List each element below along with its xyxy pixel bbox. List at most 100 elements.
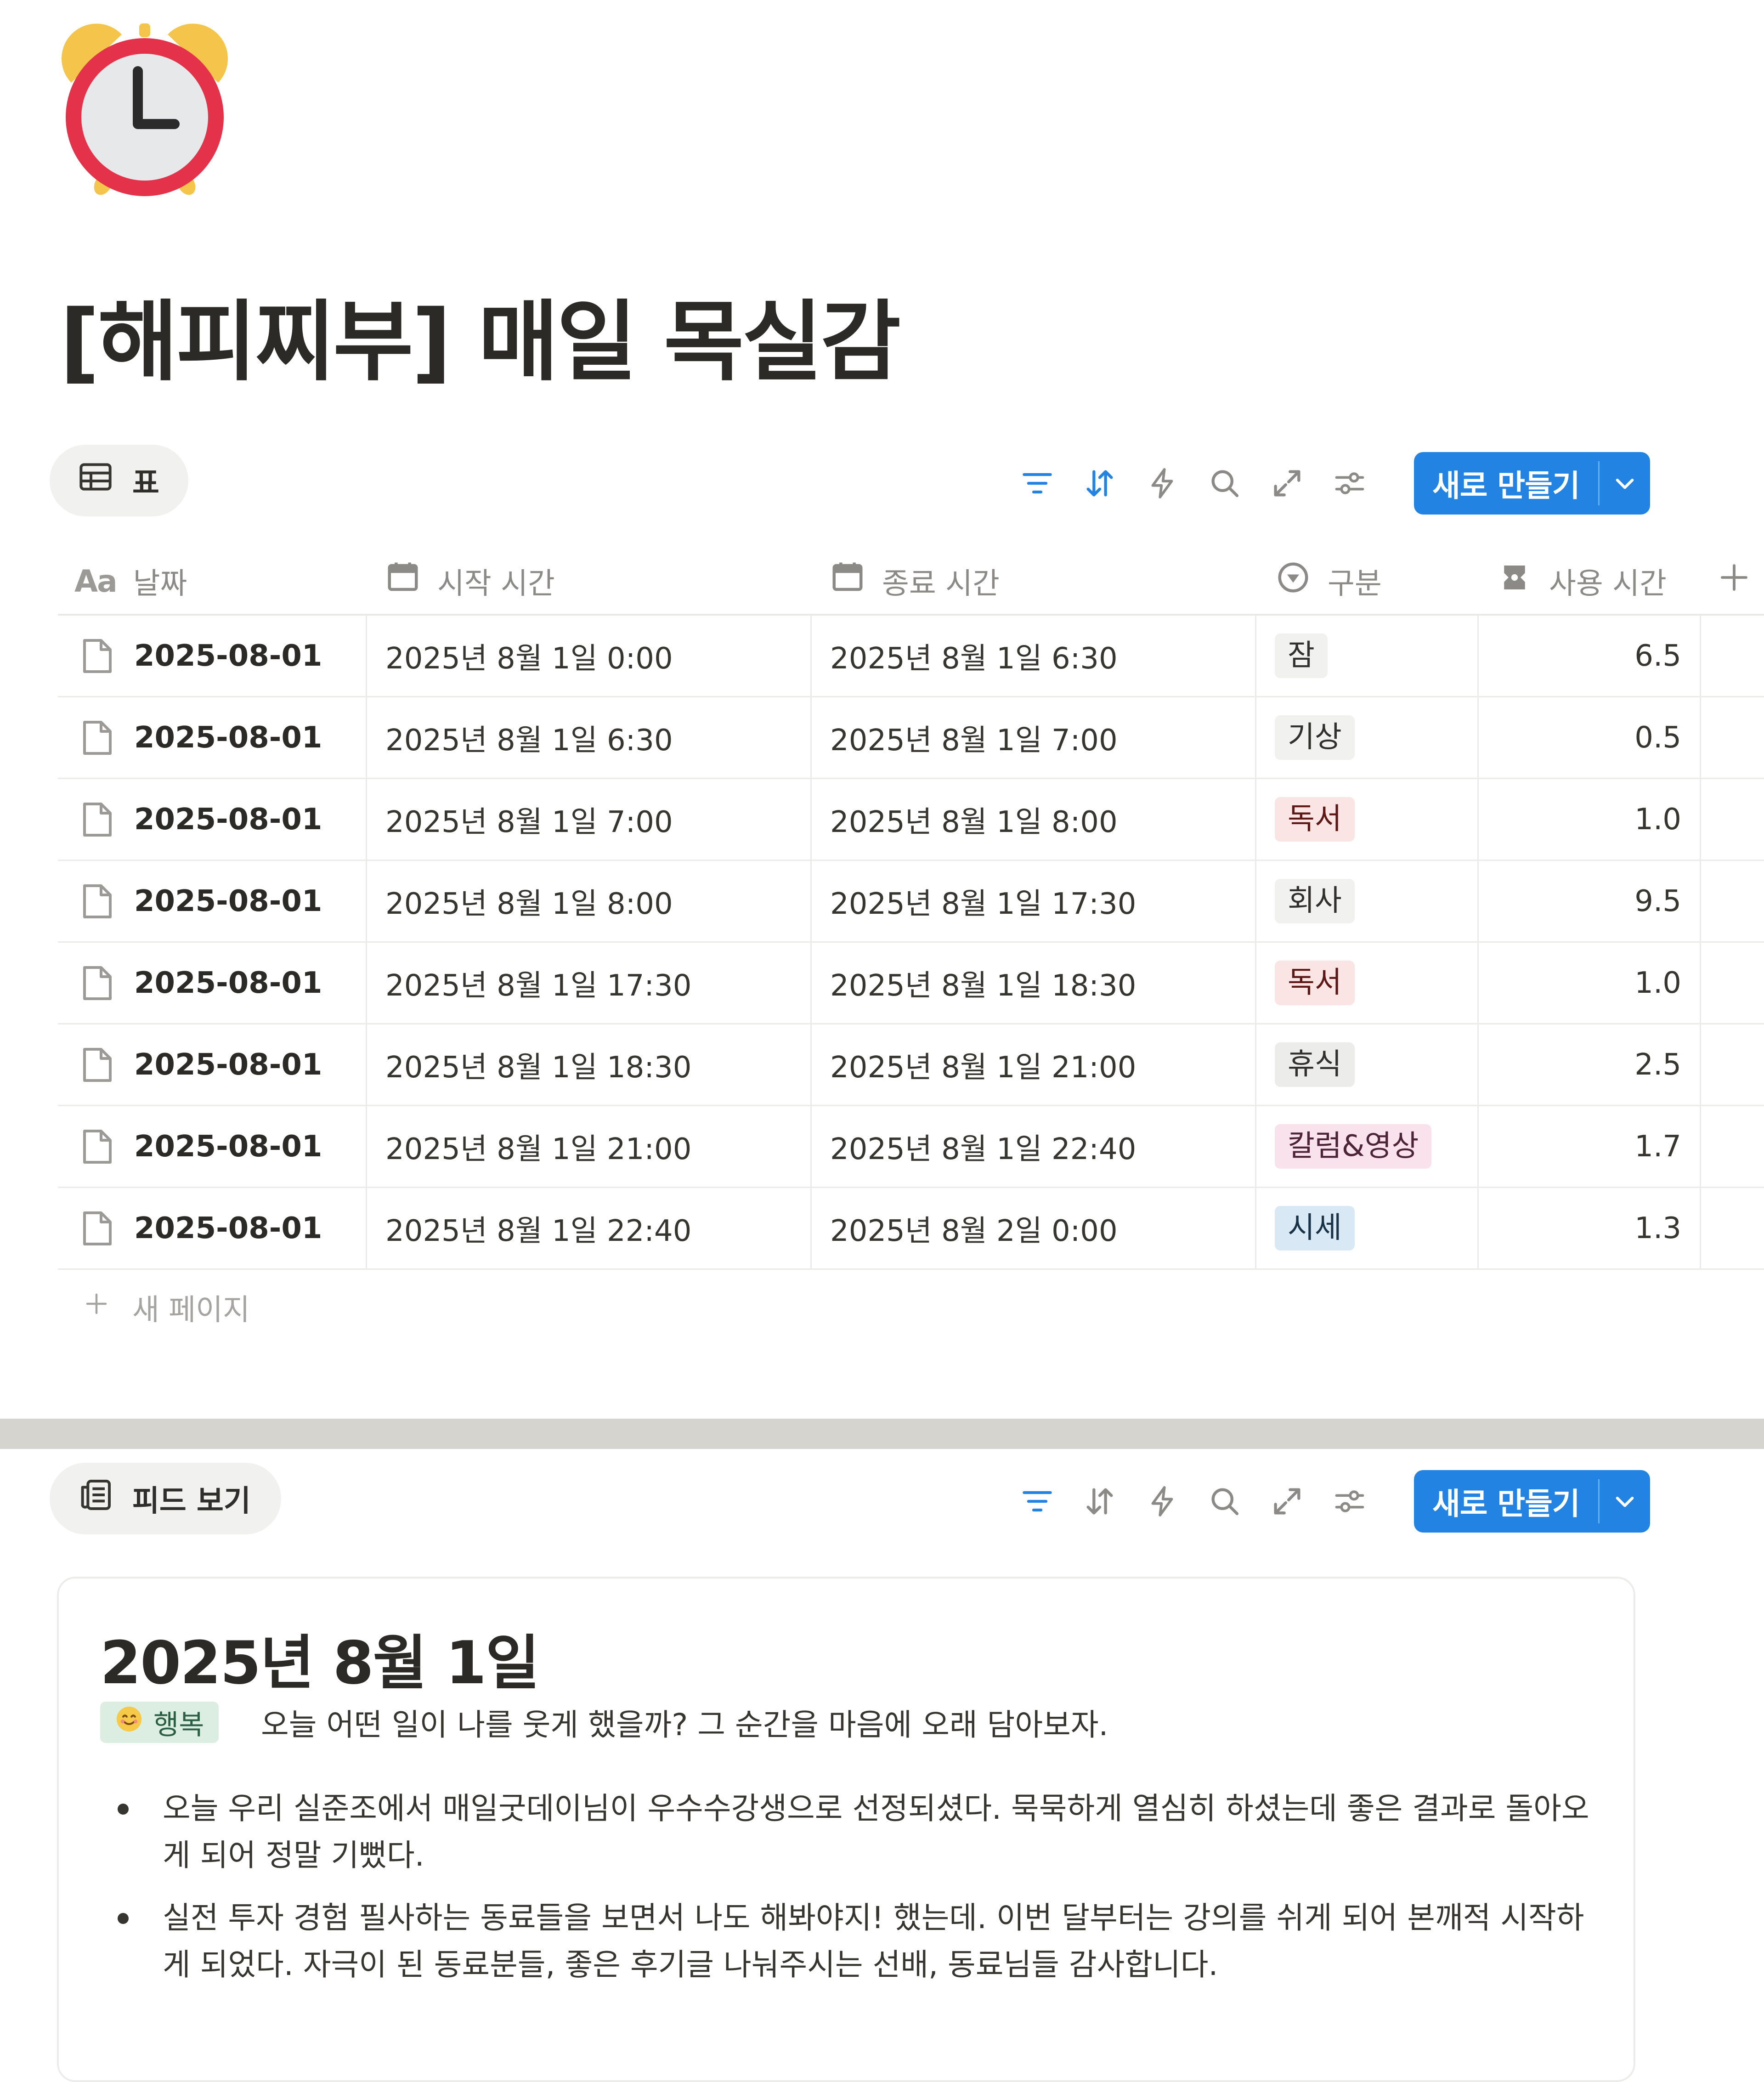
end-time-cell[interactable]: 2025년 8월 1일 7:00 <box>810 697 1255 778</box>
row-date: 2025-08-01 <box>134 802 322 837</box>
category-tag: 독서 <box>1275 797 1355 842</box>
mood-tag: 행복 <box>100 1702 219 1743</box>
empty-cell[interactable] <box>1700 1188 1764 1268</box>
search-icon[interactable] <box>1206 465 1243 502</box>
row-title-cell[interactable]: 2025-08-01 <box>58 697 366 778</box>
column-header-date[interactable]: Aa 날짜 <box>74 547 187 616</box>
row-title-cell[interactable]: 2025-08-01 <box>58 861 366 941</box>
table-row[interactable]: 2025-08-01 2025년 8월 1일 8:00 2025년 8월 1일 … <box>58 861 1764 943</box>
row-date: 2025-08-01 <box>134 1129 322 1164</box>
used-time-cell[interactable]: 6.5 <box>1477 616 1700 696</box>
column-header-end-time[interactable]: 종료 시간 <box>830 547 1000 616</box>
end-time-cell[interactable]: 2025년 8월 2일 0:00 <box>810 1188 1255 1268</box>
start-time-cell[interactable]: 2025년 8월 1일 7:00 <box>366 779 810 860</box>
expand-icon[interactable] <box>1269 1483 1306 1520</box>
category-cell[interactable]: 칼럼&영상 <box>1255 1106 1477 1187</box>
settings-sliders-icon[interactable] <box>1331 465 1368 502</box>
end-time-cell[interactable]: 2025년 8월 1일 22:40 <box>810 1106 1255 1187</box>
category-cell[interactable]: 독서 <box>1255 943 1477 1023</box>
table-row[interactable]: 2025-08-01 2025년 8월 1일 6:30 2025년 8월 1일 … <box>58 697 1764 779</box>
used-time-cell[interactable]: 2.5 <box>1477 1024 1700 1105</box>
new-button-main[interactable]: 새로 만들기 <box>1414 1470 1598 1533</box>
category-cell[interactable]: 독서 <box>1255 779 1477 860</box>
page-icon <box>83 1211 112 1245</box>
row-title-cell[interactable]: 2025-08-01 <box>58 1188 366 1268</box>
view-tab-table[interactable]: 표 <box>50 445 188 516</box>
column-header-used-time[interactable]: 사용 시간 <box>1497 547 1667 616</box>
row-title-cell[interactable]: 2025-08-01 <box>58 943 366 1023</box>
automation-bolt-icon[interactable] <box>1144 465 1181 502</box>
chevron-down-icon[interactable] <box>1600 452 1650 515</box>
add-column-button[interactable] <box>1716 547 1752 616</box>
page-title[interactable]: [해피찌부] 매일 목실감 <box>60 294 901 390</box>
feed-icon <box>77 1477 114 1521</box>
start-time-cell[interactable]: 2025년 8월 1일 21:00 <box>366 1106 810 1187</box>
used-time-cell[interactable]: 9.5 <box>1477 861 1700 941</box>
used-time-cell[interactable]: 1.3 <box>1477 1188 1700 1268</box>
chevron-down-icon[interactable] <box>1600 1470 1650 1533</box>
end-time-cell[interactable]: 2025년 8월 1일 21:00 <box>810 1024 1255 1105</box>
row-title-cell[interactable]: 2025-08-01 <box>58 779 366 860</box>
start-time-cell[interactable]: 2025년 8월 1일 8:00 <box>366 861 810 941</box>
feed-card[interactable]: 2025년 8월 1일 행복 오늘 어떤 일이 나를 웃게 했을까? 그 순간을… <box>57 1577 1635 2082</box>
new-page-button[interactable]: 새 페이지 <box>83 1286 250 1329</box>
column-header-start-time[interactable]: 시작 시간 <box>385 547 555 616</box>
end-time-cell[interactable]: 2025년 8월 1일 17:30 <box>810 861 1255 941</box>
empty-cell[interactable] <box>1700 943 1764 1023</box>
filter-icon[interactable] <box>1019 465 1056 502</box>
empty-cell[interactable] <box>1700 779 1764 860</box>
sort-icon[interactable] <box>1081 465 1118 502</box>
category-tag: 칼럼&영상 <box>1275 1124 1432 1169</box>
table-row[interactable]: 2025-08-01 2025년 8월 1일 22:40 2025년 8월 2일… <box>58 1188 1764 1270</box>
category-cell[interactable]: 잠 <box>1255 616 1477 696</box>
row-title-cell[interactable]: 2025-08-01 <box>58 1024 366 1105</box>
search-icon[interactable] <box>1206 1483 1243 1520</box>
used-time-cell[interactable]: 1.0 <box>1477 779 1700 860</box>
start-time-cell[interactable]: 2025년 8월 1일 17:30 <box>366 943 810 1023</box>
category-cell[interactable]: 회사 <box>1255 861 1477 941</box>
start-time-cell[interactable]: 2025년 8월 1일 0:00 <box>366 616 810 696</box>
expand-icon[interactable] <box>1269 465 1306 502</box>
table-row[interactable]: 2025-08-01 2025년 8월 1일 7:00 2025년 8월 1일 … <box>58 779 1764 861</box>
alarm-clock-icon[interactable] <box>53 21 237 204</box>
calendar-icon <box>385 560 421 603</box>
end-time-cell[interactable]: 2025년 8월 1일 6:30 <box>810 616 1255 696</box>
view-tab-label: 표 <box>132 466 159 500</box>
bullet-item: 실전 투자 경험 필사하는 동료들을 보면서 나도 해봐야지! 했는데. 이번 … <box>100 1895 1593 1988</box>
used-time-cell[interactable]: 1.0 <box>1477 943 1700 1023</box>
plus-icon <box>83 1290 110 1325</box>
start-time-cell[interactable]: 2025년 8월 1일 6:30 <box>366 697 810 778</box>
new-button-main[interactable]: 새로 만들기 <box>1414 452 1598 515</box>
row-title-cell[interactable]: 2025-08-01 <box>58 1106 366 1187</box>
empty-cell[interactable] <box>1700 616 1764 696</box>
category-cell[interactable]: 기상 <box>1255 697 1477 778</box>
category-cell[interactable]: 휴식 <box>1255 1024 1477 1105</box>
new-button: 새로 만들기 <box>1414 452 1650 515</box>
automation-bolt-icon[interactable] <box>1144 1483 1181 1520</box>
start-time-cell[interactable]: 2025년 8월 1일 22:40 <box>366 1188 810 1268</box>
empty-cell[interactable] <box>1700 1024 1764 1105</box>
settings-sliders-icon[interactable] <box>1331 1483 1368 1520</box>
table-toolbar: 새로 만들기 <box>1019 452 1650 515</box>
start-time-cell[interactable]: 2025년 8월 1일 18:30 <box>366 1024 810 1105</box>
table-row[interactable]: 2025-08-01 2025년 8월 1일 21:00 2025년 8월 1일… <box>58 1106 1764 1188</box>
end-time-cell[interactable]: 2025년 8월 1일 8:00 <box>810 779 1255 860</box>
category-cell[interactable]: 시세 <box>1255 1188 1477 1268</box>
table-row[interactable]: 2025-08-01 2025년 8월 1일 18:30 2025년 8월 1일… <box>58 1024 1764 1106</box>
used-time-cell[interactable]: 0.5 <box>1477 697 1700 778</box>
view-tab-feed[interactable]: 피드 보기 <box>50 1463 281 1534</box>
filter-icon[interactable] <box>1019 1483 1056 1520</box>
page-icon <box>83 802 112 837</box>
used-time-cell[interactable]: 1.7 <box>1477 1106 1700 1187</box>
row-date: 2025-08-01 <box>134 884 322 918</box>
table-row[interactable]: 2025-08-01 2025년 8월 1일 0:00 2025년 8월 1일 … <box>58 616 1764 697</box>
row-title-cell[interactable]: 2025-08-01 <box>58 616 366 696</box>
empty-cell[interactable] <box>1700 861 1764 941</box>
end-time-cell[interactable]: 2025년 8월 1일 18:30 <box>810 943 1255 1023</box>
sort-icon[interactable] <box>1081 1483 1118 1520</box>
empty-cell[interactable] <box>1700 1106 1764 1187</box>
empty-cell[interactable] <box>1700 697 1764 778</box>
table-row[interactable]: 2025-08-01 2025년 8월 1일 17:30 2025년 8월 1일… <box>58 943 1764 1024</box>
formula-icon <box>1497 560 1532 603</box>
column-header-category[interactable]: 구분 <box>1275 547 1382 616</box>
